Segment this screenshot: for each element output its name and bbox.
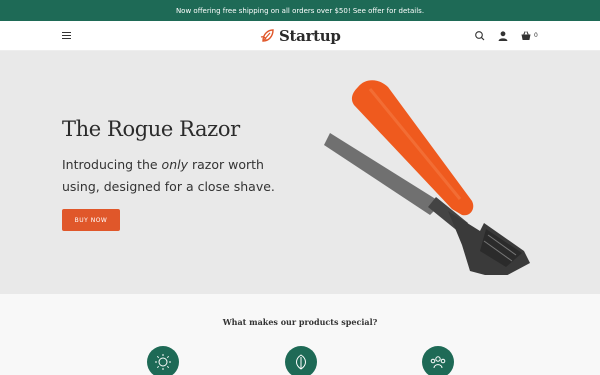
hero-subtitle: Introducing the only razor worth using, … (62, 154, 292, 198)
features-section: What makes our products special? (0, 294, 600, 375)
hero-section: The Rogue Razor Introducing the only raz… (0, 51, 600, 294)
hero-title: The Rogue Razor (62, 117, 240, 141)
logo-text: Startup (279, 27, 341, 45)
site-header: Startup 0 (0, 21, 600, 51)
leaf-icon (285, 346, 317, 375)
buy-now-button[interactable]: BUY NOW (62, 209, 120, 231)
cart-icon[interactable] (520, 30, 532, 42)
search-icon[interactable] (474, 30, 486, 42)
hamburger-menu-icon[interactable] (62, 32, 71, 40)
razor-product-image (324, 80, 530, 275)
announcement-text[interactable]: Now offering free shipping on all orders… (176, 7, 424, 15)
cart-count: 0 (534, 32, 538, 39)
sun-icon (147, 346, 179, 375)
account-icon[interactable] (497, 30, 509, 42)
features-title: What makes our products special? (222, 317, 378, 327)
hero-subtitle-start: Introducing the (62, 157, 162, 172)
community-icon (422, 346, 454, 375)
announcement-bar[interactable]: Now offering free shipping on all orders… (0, 0, 600, 21)
leaf-logo-icon (260, 29, 274, 42)
hero-subtitle-emphasis: only (161, 157, 188, 172)
logo[interactable]: Startup (260, 25, 341, 47)
